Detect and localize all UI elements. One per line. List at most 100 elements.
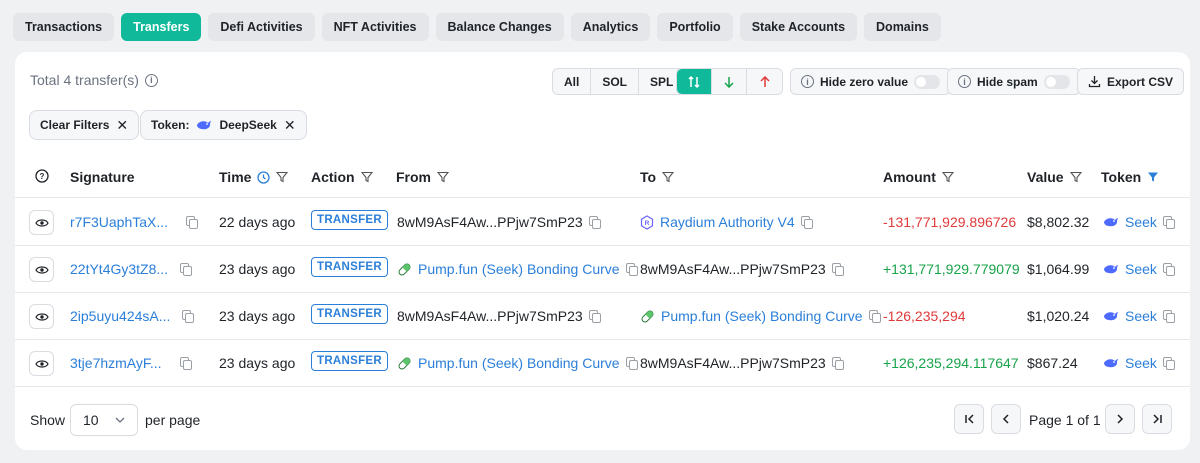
filter-sol-button[interactable]: SOL: [591, 69, 640, 94]
both-directions-icon[interactable]: [677, 69, 712, 94]
column-time: Time: [219, 169, 289, 185]
eye-icon[interactable]: [29, 351, 54, 376]
deepseek-whale-icon: [1104, 312, 1118, 321]
copy-icon[interactable]: [625, 263, 638, 276]
tab-nft-activities[interactable]: NFT Activities: [321, 13, 429, 41]
svg-text:R: R: [645, 220, 650, 227]
to-address[interactable]: 8wM9AsF4Aw...PPjw7SmP23: [640, 261, 826, 277]
to-address-link[interactable]: Raydium Authority V4: [660, 214, 795, 230]
filter-all-button[interactable]: All: [553, 69, 592, 94]
copy-icon[interactable]: [182, 310, 195, 323]
copy-icon[interactable]: [588, 310, 601, 323]
time-text: 23 days ago: [219, 308, 296, 324]
column-from: From: [396, 169, 449, 185]
tab-defi-activities[interactable]: Defi Activities: [208, 13, 315, 41]
copy-icon[interactable]: [831, 263, 844, 276]
copy-icon[interactable]: [180, 263, 193, 276]
hide-zero-value-toggle[interactable]: i Hide zero value: [790, 68, 952, 95]
filter-icon[interactable]: [437, 171, 449, 183]
filter-active-icon[interactable]: [1147, 171, 1159, 183]
from-address[interactable]: 8wM9AsF4Aw...PPjw7SmP23: [397, 308, 583, 324]
copy-icon[interactable]: [179, 357, 192, 370]
action-badge: TRANSFER: [311, 351, 389, 371]
clock-icon[interactable]: [257, 170, 271, 184]
tab-balance-changes[interactable]: Balance Changes: [435, 13, 564, 41]
token-filter-chip[interactable]: Token: DeepSeek ✕: [140, 110, 307, 140]
copy-icon[interactable]: [588, 216, 601, 229]
table-row: 22tYt4Gy3tZ8... 23 days ago TRANSFER Pum…: [15, 246, 1190, 293]
copy-icon[interactable]: [831, 357, 844, 370]
signature-link[interactable]: 2ip5uyu424sA...: [70, 308, 170, 324]
to-address-link[interactable]: Pump.fun (Seek) Bonding Curve: [661, 308, 863, 324]
info-icon[interactable]: i: [144, 73, 158, 87]
column-time-label: Time: [219, 169, 252, 185]
amount-text: -126,235,294: [883, 308, 966, 324]
copy-icon[interactable]: [1162, 216, 1175, 229]
filter-icon[interactable]: [941, 171, 954, 183]
help-icon[interactable]: ?: [35, 169, 49, 183]
first-page-button[interactable]: [954, 404, 984, 434]
signature-link[interactable]: 22tYt4Gy3tZ8...: [70, 261, 168, 277]
column-value: Value: [1027, 169, 1082, 185]
filter-icon[interactable]: [276, 171, 289, 183]
signature-link[interactable]: 3tje7hzmAyF...: [70, 355, 162, 371]
copy-icon[interactable]: [1162, 357, 1175, 370]
arrow-up-icon[interactable]: [747, 69, 782, 94]
chevron-right-icon: [1117, 414, 1124, 424]
eye-icon[interactable]: [29, 304, 54, 329]
to-address[interactable]: 8wM9AsF4Aw...PPjw7SmP23: [640, 355, 826, 371]
from-address[interactable]: 8wM9AsF4Aw...PPjw7SmP23: [397, 214, 583, 230]
deepseek-whale-icon: [1104, 359, 1118, 368]
token-link[interactable]: Seek: [1125, 261, 1157, 277]
page-indicator: Page 1 of 1: [1029, 412, 1101, 428]
action-badge: TRANSFER: [311, 210, 389, 230]
toggle-switch[interactable]: [914, 74, 941, 89]
tab-domains[interactable]: Domains: [864, 13, 941, 41]
arrow-down-icon[interactable]: [712, 69, 747, 94]
last-page-button[interactable]: [1142, 404, 1172, 434]
column-amount: Amount: [883, 169, 954, 185]
copy-icon[interactable]: [800, 216, 813, 229]
per-page-value: 10: [83, 412, 99, 428]
from-address-link[interactable]: Pump.fun (Seek) Bonding Curve: [418, 261, 620, 277]
copy-icon[interactable]: [186, 216, 199, 229]
filter-icon[interactable]: [1069, 171, 1082, 183]
eye-icon[interactable]: [29, 210, 54, 235]
tab-stake-accounts[interactable]: Stake Accounts: [739, 13, 858, 41]
time-text: 23 days ago: [219, 355, 296, 371]
per-page-label: per page: [145, 412, 201, 428]
column-token: Token: [1101, 169, 1159, 185]
eye-icon[interactable]: [29, 257, 54, 282]
previous-page-button[interactable]: [991, 404, 1021, 434]
token-link[interactable]: Seek: [1125, 308, 1157, 324]
column-action-label: Action: [311, 169, 355, 185]
value-text: $867.24: [1027, 355, 1078, 371]
token-link[interactable]: Seek: [1125, 355, 1157, 371]
copy-icon[interactable]: [625, 357, 638, 370]
next-page-button[interactable]: [1105, 404, 1135, 434]
clear-filters-button[interactable]: Clear Filters ✕: [29, 110, 140, 140]
copy-icon[interactable]: [868, 310, 881, 323]
pill-icon: [641, 310, 654, 322]
hide-spam-toggle[interactable]: i Hide spam: [947, 68, 1081, 95]
signature-link[interactable]: r7F3UaphTaX...: [70, 214, 168, 230]
export-csv-button[interactable]: Export CSV: [1077, 68, 1185, 95]
filter-icon[interactable]: [360, 171, 373, 183]
tab-transactions[interactable]: Transactions: [13, 13, 115, 41]
token-filter-prefix: Token:: [151, 118, 190, 132]
per-page-select[interactable]: 10: [70, 404, 138, 436]
toggle-switch[interactable]: [1043, 74, 1070, 89]
column-signature: Signature: [70, 169, 135, 185]
filter-icon[interactable]: [662, 171, 675, 183]
action-badge: TRANSFER: [311, 257, 389, 277]
copy-icon[interactable]: [1162, 310, 1175, 323]
copy-icon[interactable]: [1162, 263, 1175, 276]
token-link[interactable]: Seek: [1125, 214, 1157, 230]
close-icon[interactable]: ✕: [284, 117, 296, 134]
from-address-link[interactable]: Pump.fun (Seek) Bonding Curve: [418, 355, 620, 371]
tab-portfolio[interactable]: Portfolio: [657, 13, 733, 41]
tab-transfers[interactable]: Transfers: [121, 13, 202, 41]
tab-analytics[interactable]: Analytics: [570, 13, 651, 41]
action-badge: TRANSFER: [311, 304, 389, 324]
amount-text: +131,771,929.779079: [883, 261, 1020, 277]
